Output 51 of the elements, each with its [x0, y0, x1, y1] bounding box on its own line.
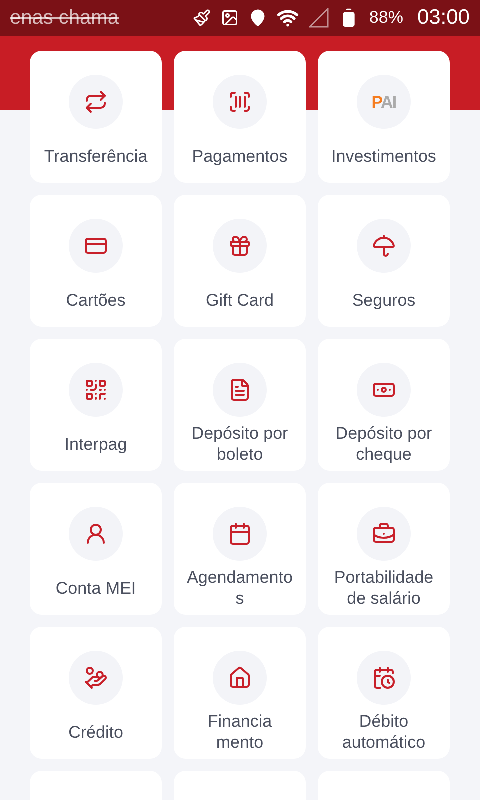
barcode-icon [228, 90, 252, 114]
brush-icon [193, 9, 212, 27]
card-label: Portabilidade de salário [334, 567, 434, 609]
briefcase-icon [372, 522, 396, 546]
menu-card[interactable]: PAI Investimentos [318, 51, 450, 183]
menu-card[interactable]: Seguros [318, 195, 450, 327]
clock: 03:00 [417, 5, 470, 32]
location-icon [249, 9, 268, 27]
document-icon [228, 378, 252, 402]
card-label: Investimentos [332, 146, 436, 166]
menu-card[interactable]: Pagamentos [174, 51, 306, 183]
logo: PAI [372, 94, 396, 110]
card-label: Agendamento s [187, 567, 293, 609]
card-label: Pagamentos [192, 146, 288, 166]
card-label: Cartões [66, 290, 126, 310]
calendar-clock-icon [372, 666, 396, 690]
menu-card[interactable]: Interpag [30, 339, 162, 471]
wifi-icon [277, 7, 300, 29]
menu-card[interactable]: Crédito [30, 627, 162, 759]
card-label: Débito automático [342, 711, 426, 753]
card-label: Transferência [44, 146, 148, 166]
menu-card[interactable]: Débito automático [318, 627, 450, 759]
gift-icon [228, 234, 252, 258]
notification-ticker: enas chama [10, 6, 119, 31]
umbrella-icon [372, 234, 396, 258]
menu-card[interactable]: Depósito por boleto [174, 339, 306, 471]
card-label: Depósito por cheque [336, 423, 432, 465]
hand-coin-icon [84, 666, 108, 690]
person-icon [84, 522, 108, 546]
card-label: Seguros [352, 290, 416, 310]
transfer-arrows-icon [84, 90, 108, 114]
card-label: Depósito por boleto [192, 423, 288, 465]
menu-card[interactable]: Financia mento [174, 627, 306, 759]
calendar-icon [228, 522, 252, 546]
menu-card[interactable]: Portabilidade de salário [318, 483, 450, 615]
battery-percent: 88% [369, 7, 404, 30]
menu-card[interactable]: Gift Card [174, 195, 306, 327]
card-label: Conta MEI [56, 578, 136, 598]
signal-icon [309, 8, 330, 28]
menu-card[interactable]: Transferência [30, 51, 162, 183]
menu-card[interactable]: Agendamento s [174, 483, 306, 615]
card-label: Financia mento [208, 711, 272, 753]
card-label: Interpag [64, 434, 128, 454]
qr-code-icon [84, 378, 108, 402]
menu-card[interactable]: Conta MEI [30, 483, 162, 615]
menu-card[interactable]: Cartões [30, 195, 162, 327]
image-icon [221, 9, 240, 27]
menu-card[interactable]: Depósito por cheque [318, 339, 450, 471]
house-icon [228, 666, 252, 690]
card-label: Gift Card [206, 290, 274, 310]
card-label: Crédito [68, 722, 124, 742]
